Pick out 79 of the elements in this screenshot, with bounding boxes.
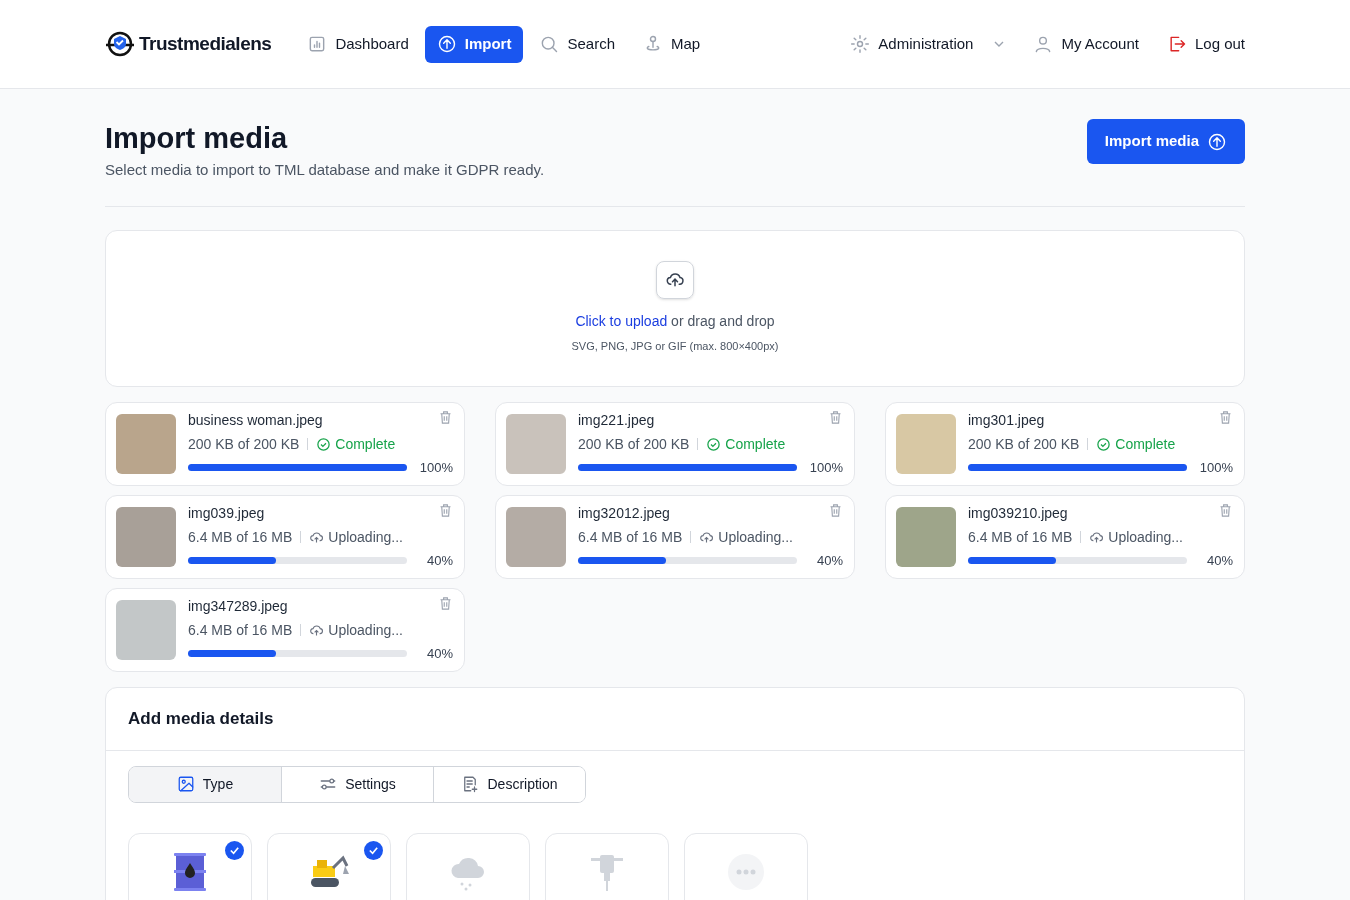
trash-icon[interactable] — [828, 502, 843, 518]
settings-icon — [850, 34, 871, 54]
upload-hint: SVG, PNG, JPG or GIF (max. 800×400px) — [571, 339, 779, 355]
image-icon — [176, 775, 195, 793]
file-name: img347289.jpeg — [188, 596, 288, 616]
upload-status: Uploading... — [309, 619, 403, 641]
upload-link[interactable]: Click to upload — [575, 313, 668, 330]
progress-percent: 40% — [815, 551, 843, 570]
upload-dropzone[interactable]: Click to upload or drag and drop SVG, PNG, JPG or GIF (max. 800×400px) — [105, 229, 1245, 387]
cloud-upload-icon — [699, 529, 715, 545]
progress-percent: 100% — [809, 458, 843, 477]
check-circle-icon — [1096, 436, 1112, 452]
file-size: 200 KB of 200 KB — [578, 434, 690, 454]
upload-icon — [656, 261, 694, 300]
checkmark-icon — [225, 840, 244, 860]
cloud-upload-icon — [1089, 529, 1105, 545]
upload-status: Complete — [1096, 433, 1176, 455]
nav-link[interactable]: Map — [631, 25, 713, 63]
page-title: Import media — [105, 121, 289, 156]
checkmark-icon — [364, 840, 383, 860]
file-name: img301.jpeg — [968, 410, 1045, 430]
progress-percent: 100% — [419, 458, 453, 477]
photo-placeholder — [506, 413, 566, 474]
search-icon — [539, 34, 560, 54]
logo-icon — [105, 31, 135, 57]
nav-link[interactable]: Dashboard — [295, 25, 421, 63]
photo-placeholder — [896, 506, 956, 567]
trash-icon[interactable] — [438, 502, 453, 518]
photo-placeholder — [896, 413, 956, 474]
cloud-upload-icon — [309, 622, 325, 638]
file-name: img221.jpeg — [578, 410, 655, 430]
nav-link[interactable]: Import — [424, 25, 524, 63]
photo-placeholder — [116, 413, 176, 474]
file-size: 6.4 MB of 16 MB — [188, 620, 293, 640]
upload-status: Complete — [316, 433, 396, 455]
upload-status: Uploading... — [699, 526, 793, 548]
file-name: business woman.jpeg — [188, 410, 323, 430]
trash-icon[interactable] — [438, 409, 453, 425]
nav-link[interactable]: My Account — [1033, 32, 1139, 56]
type-option[interactable] — [128, 832, 252, 900]
trash-icon[interactable] — [1218, 502, 1233, 518]
file-size: 200 KB of 200 KB — [188, 434, 300, 454]
tab[interactable]: Type — [129, 766, 281, 802]
progress-percent: 40% — [1205, 551, 1233, 570]
upload-status: Uploading... — [309, 526, 403, 548]
upload-status: Complete — [706, 433, 786, 455]
cloud-upload-icon — [309, 529, 325, 545]
check-circle-icon — [706, 436, 722, 452]
document-icon — [461, 775, 480, 793]
progress-percent: 100% — [1199, 458, 1233, 477]
page-subtitle: Select media to import to TML database and make it GDPR ready. — [105, 160, 545, 180]
type-option[interactable] — [267, 832, 391, 900]
trash-icon[interactable] — [828, 409, 843, 425]
nav-link[interactable]: Log out — [1166, 32, 1245, 56]
file-name: img039.jpeg — [188, 503, 265, 523]
photo-placeholder — [116, 599, 176, 660]
trash-icon[interactable] — [1218, 409, 1233, 425]
progress-percent: 40% — [425, 644, 453, 663]
file-name: img32012.jpeg — [578, 503, 670, 523]
file-size: 6.4 MB of 16 MB — [968, 527, 1073, 547]
file-size: 6.4 MB of 16 MB — [578, 527, 683, 547]
nav-link[interactable]: Administration — [850, 32, 1006, 56]
file-size: 200 KB of 200 KB — [968, 434, 1080, 454]
logo-text[interactable]: Trustmedialens — [139, 29, 272, 59]
section-title: Add media details — [106, 687, 1244, 751]
nav-link[interactable]: Search — [527, 25, 627, 63]
upload-status: Uploading... — [1089, 526, 1183, 548]
file-name: img039210.jpeg — [968, 503, 1068, 523]
upload-instruction: Click to upload or drag and drop — [575, 312, 775, 332]
trash-icon[interactable] — [438, 595, 453, 611]
check-circle-icon — [316, 436, 332, 452]
tab[interactable]: Description — [433, 766, 585, 802]
upload-icon — [436, 34, 457, 54]
photo-placeholder — [506, 506, 566, 567]
progress-percent: 40% — [425, 551, 453, 570]
upload-icon — [1207, 131, 1227, 152]
photo-placeholder — [116, 506, 176, 567]
file-size: 6.4 MB of 16 MB — [188, 527, 293, 547]
import-media-button[interactable]: Import media — [1086, 119, 1245, 164]
